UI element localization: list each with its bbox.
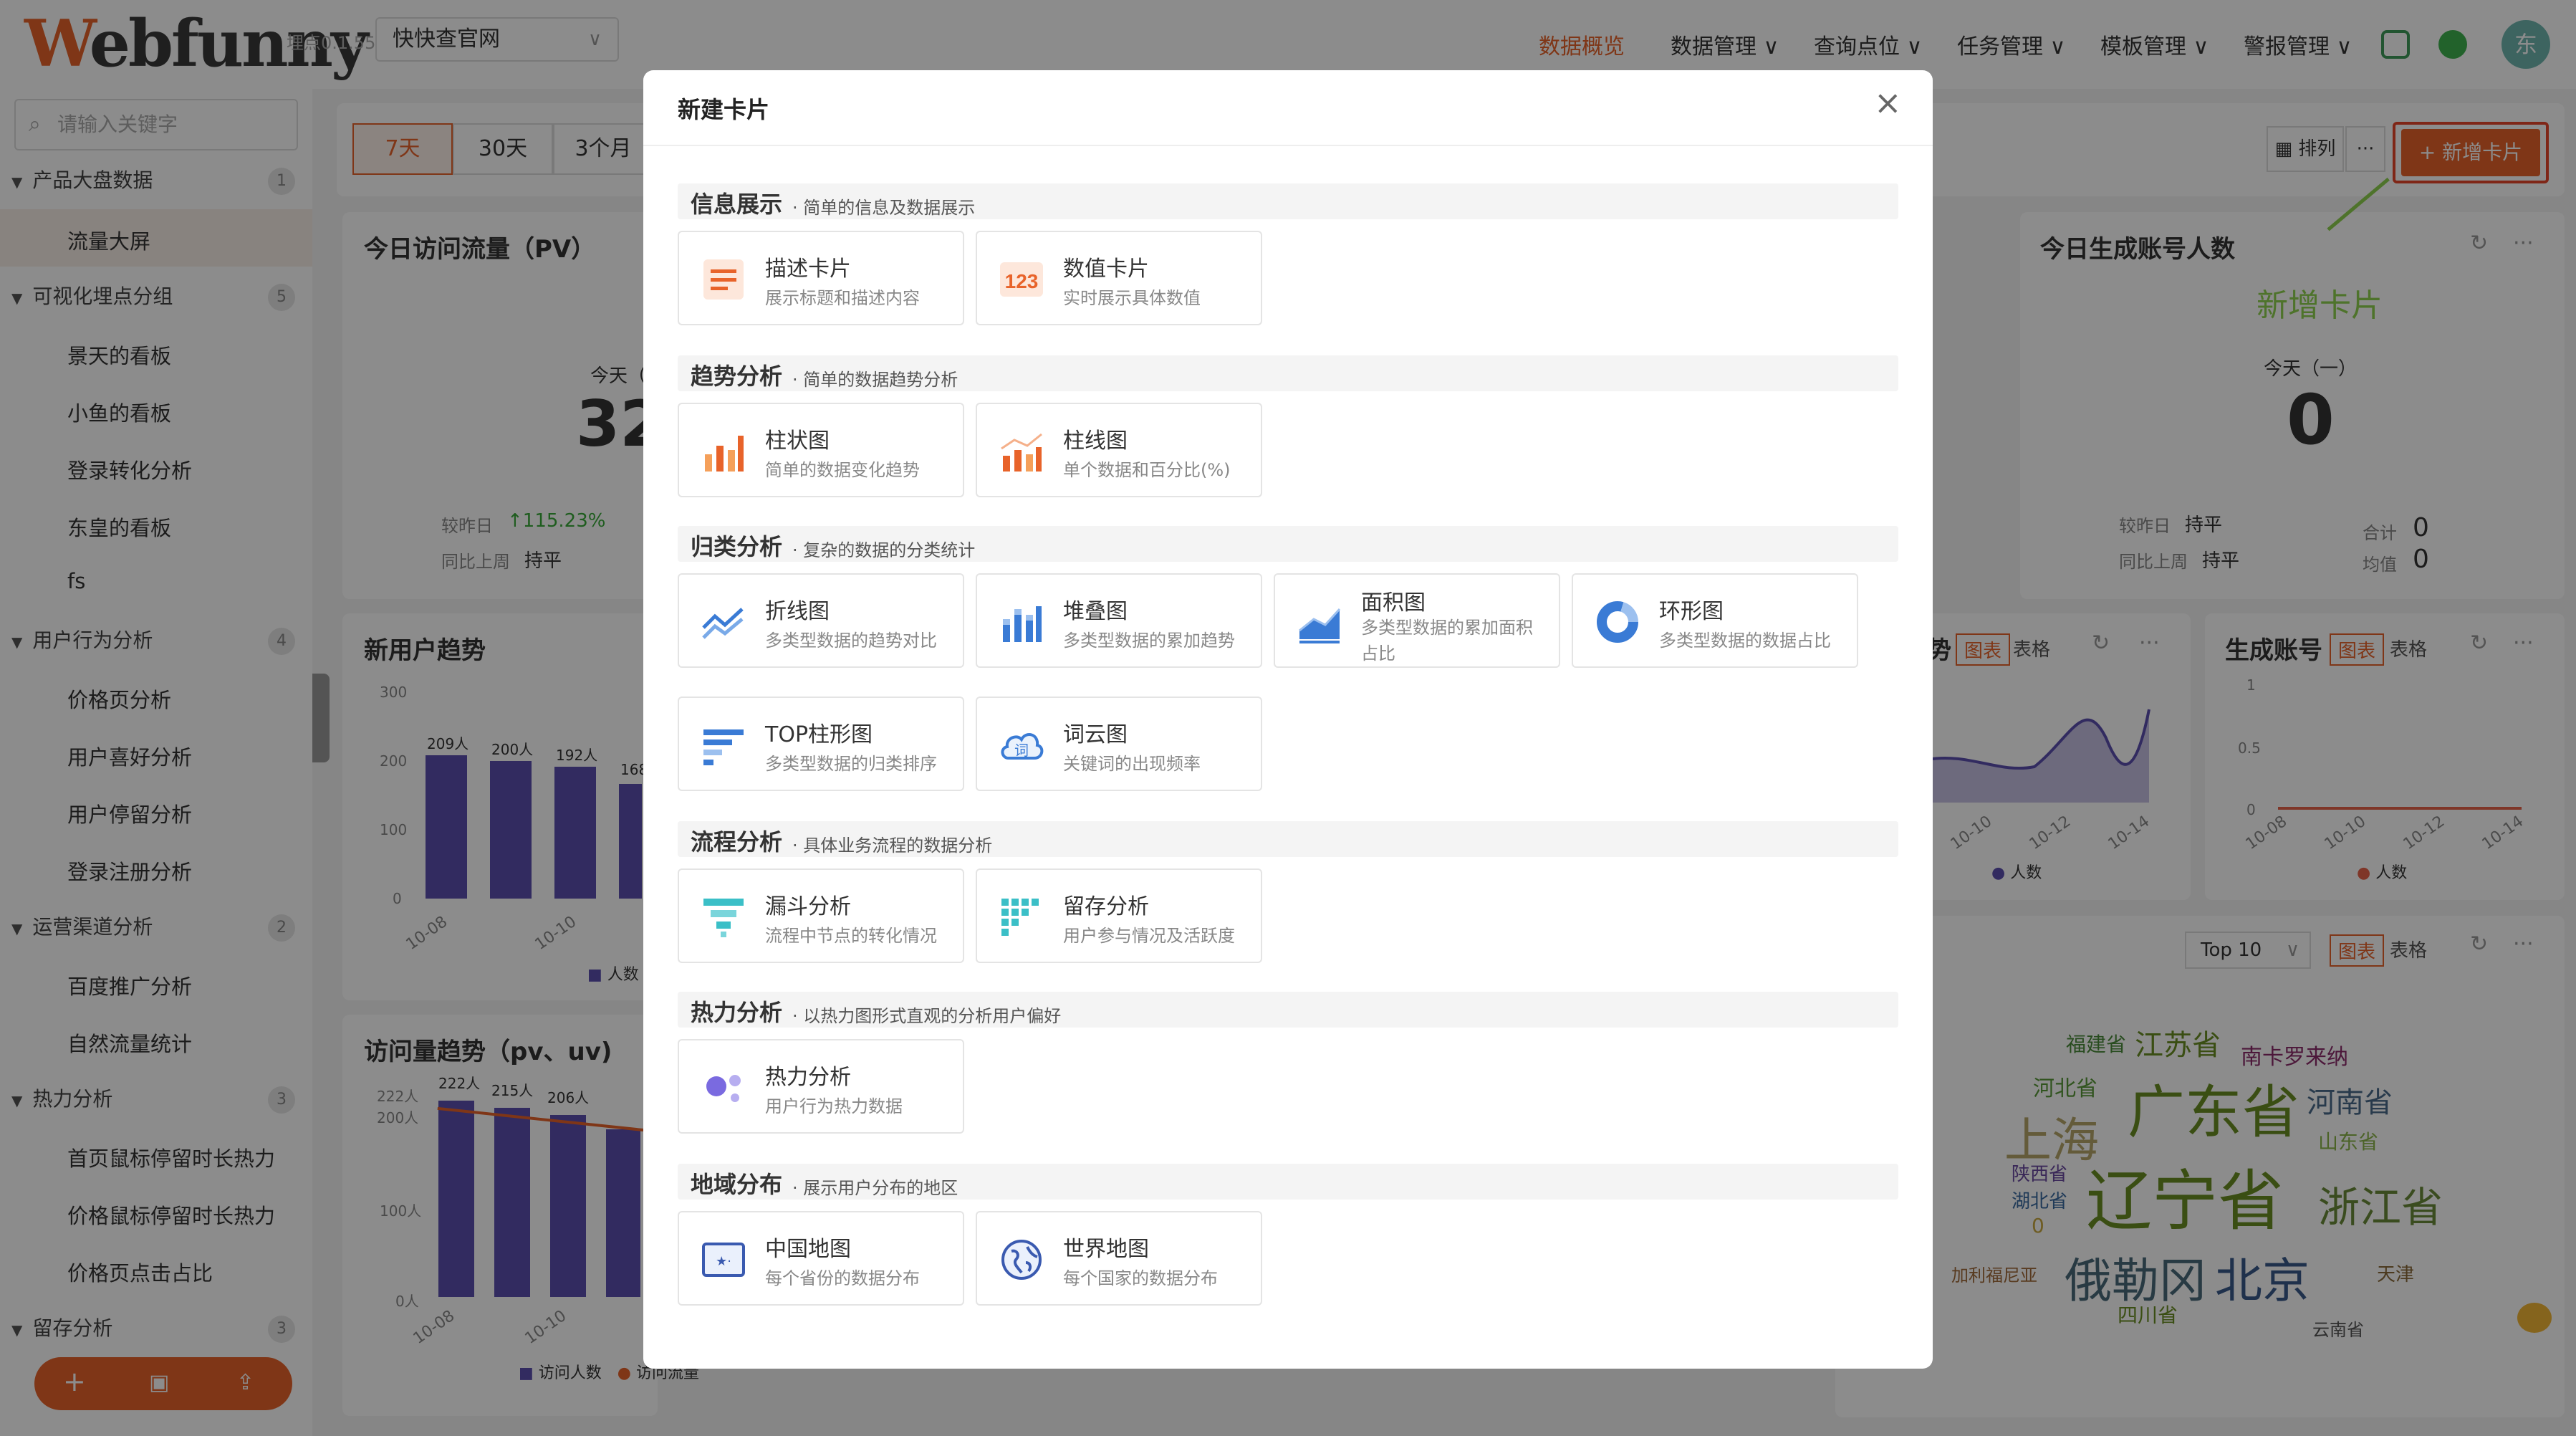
option-funnel[interactable]: 漏斗分析 流程中节点的转化情况 (678, 868, 964, 963)
top-bar-chart-icon (703, 729, 744, 765)
option-name: 漏斗分析 (765, 894, 851, 919)
option-desc: 单个数据和百分比(%) (1063, 460, 1231, 480)
section-desc: · 复杂的数据的分类统计 (792, 540, 976, 560)
retention-icon (1001, 899, 1039, 936)
funnel-icon (703, 899, 744, 937)
section-title: 热力分析 (691, 999, 783, 1026)
option-desc: 每个国家的数据分布 (1063, 1268, 1218, 1288)
option-name: 世界地图 (1063, 1237, 1149, 1262)
option-retention[interactable]: 留存分析 用户参与情况及活跃度 (976, 868, 1262, 963)
text-card-icon (703, 259, 744, 300)
option-name: 留存分析 (1063, 894, 1149, 919)
option-number-card[interactable]: 123 数值卡片 实时展示具体数值 (976, 231, 1262, 325)
section-region: 地域分布 · 展示用户分布的地区 (678, 1164, 1898, 1200)
svg-text:词: 词 (1014, 742, 1029, 759)
stacked-chart-icon (1003, 606, 1042, 642)
option-bar-chart[interactable]: 柱状图 简单的数据变化趋势 (678, 403, 964, 497)
option-area-chart[interactable]: 面积图 多类型数据的累加面积占比 (1274, 573, 1560, 668)
option-name: 描述卡片 (765, 257, 851, 282)
donut-chart-icon (1597, 601, 1638, 643)
option-desc: 多类型数据的趋势对比 (765, 631, 937, 651)
bar-chart-icon (705, 436, 744, 472)
option-name: 面积图 (1361, 590, 1426, 616)
option-name: 堆叠图 (1063, 599, 1128, 624)
china-map-icon: ★· (702, 1243, 745, 1277)
heatmap-icon (706, 1075, 741, 1102)
option-text-card[interactable]: 描述卡片 展示标题和描述内容 (678, 231, 964, 325)
option-desc: 展示标题和描述内容 (765, 288, 920, 308)
section-title: 信息展示 (691, 191, 783, 218)
svg-text:★·: ★· (716, 1254, 731, 1269)
option-desc: 流程中节点的转化情况 (765, 926, 937, 946)
section-flow: 流程分析 · 具体业务流程的数据分析 (678, 821, 1898, 857)
word-cloud-icon: 词 (1001, 733, 1044, 760)
section-title: 归类分析 (691, 533, 783, 560)
option-top-bar-chart[interactable]: TOP柱形图 多类型数据的归类排序 (678, 697, 964, 791)
section-info: 信息展示 · 简单的信息及数据展示 (678, 183, 1898, 219)
option-desc: 用户行为热力数据 (765, 1096, 903, 1116)
section-title: 地域分布 (691, 1171, 783, 1198)
option-name: 柱线图 (1063, 429, 1128, 454)
option-name: 词云图 (1063, 722, 1128, 747)
option-line-chart[interactable]: 折线图 多类型数据的趋势对比 (678, 573, 964, 668)
option-name: 热力分析 (765, 1065, 851, 1090)
option-desc: 多类型数据的累加面积占比 (1361, 618, 1533, 664)
svg-text:123: 123 (1005, 270, 1039, 292)
modal-title: 新建卡片 (678, 96, 770, 123)
section-desc: · 简单的信息及数据展示 (792, 198, 976, 218)
section-title: 趋势分析 (691, 363, 783, 390)
area-chart-icon (1299, 608, 1341, 643)
option-bar-line-chart[interactable]: 柱线图 单个数据和百分比(%) (976, 403, 1262, 497)
option-desc: 关键词的出现频率 (1063, 754, 1201, 774)
option-desc: 每个省份的数据分布 (765, 1268, 920, 1288)
section-desc: · 简单的数据趋势分析 (792, 370, 958, 390)
section-desc: · 以热力图形式直观的分析用户偏好 (792, 1006, 1062, 1026)
section-title: 流程分析 (691, 828, 783, 856)
option-heatmap[interactable]: 热力分析 用户行为热力数据 (678, 1039, 964, 1134)
number-card-icon: 123 (1000, 262, 1043, 297)
divider (643, 145, 1933, 146)
option-name: TOP柱形图 (765, 722, 873, 747)
option-desc: 多类型数据的累加趋势 (1063, 631, 1235, 651)
option-desc: 用户参与情况及活跃度 (1063, 926, 1235, 946)
option-stacked-chart[interactable]: 堆叠图 多类型数据的累加趋势 (976, 573, 1262, 668)
section-desc: · 具体业务流程的数据分析 (792, 836, 993, 856)
section-category: 归类分析 · 复杂的数据的分类统计 (678, 526, 1898, 562)
bar-line-chart-icon (1001, 433, 1042, 472)
option-name: 中国地图 (765, 1237, 851, 1262)
option-desc: 多类型数据的归类排序 (765, 754, 937, 774)
option-name: 折线图 (765, 599, 830, 624)
option-desc: 多类型数据的数据占比 (1659, 631, 1831, 651)
option-world-map[interactable]: 世界地图 每个国家的数据分布 (976, 1211, 1262, 1306)
section-desc: · 展示用户分布的地区 (792, 1178, 958, 1198)
world-map-icon (1001, 1240, 1042, 1280)
section-trend: 趋势分析 · 简单的数据趋势分析 (678, 355, 1898, 391)
option-word-cloud[interactable]: 词 词云图 关键词的出现频率 (976, 697, 1262, 791)
line-chart-icon (702, 608, 744, 639)
new-card-modal: 新建卡片 × 信息展示 · 简单的信息及数据展示 描述卡片 展示标题和描述内容 … (643, 70, 1933, 1369)
option-donut-chart[interactable]: 环形图 多类型数据的数据占比 (1572, 573, 1858, 668)
option-name: 柱状图 (765, 429, 830, 454)
option-desc: 实时展示具体数值 (1063, 288, 1201, 308)
option-name: 数值卡片 (1063, 257, 1149, 282)
option-name: 环形图 (1659, 599, 1724, 624)
option-desc: 简单的数据变化趋势 (765, 460, 920, 480)
close-icon[interactable]: × (1874, 83, 1902, 122)
option-china-map[interactable]: ★· 中国地图 每个省份的数据分布 (678, 1211, 964, 1306)
section-heat: 热力分析 · 以热力图形式直观的分析用户偏好 (678, 992, 1898, 1028)
